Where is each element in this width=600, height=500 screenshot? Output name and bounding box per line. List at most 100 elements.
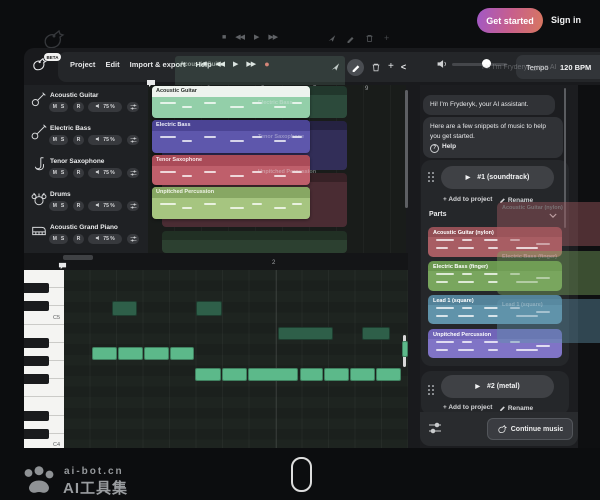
track-row-2[interactable]: Electric Bass MS R 75 % — [24, 122, 148, 154]
mute-solo-buttons[interactable]: MS — [49, 102, 68, 112]
black-key[interactable] — [24, 283, 49, 293]
black-key[interactable] — [24, 301, 49, 311]
snippet-2-add-button[interactable]: + Add to project — [443, 404, 492, 411]
track-name: Electric Bass — [50, 125, 91, 132]
track-volume[interactable]: 75 % — [88, 234, 122, 244]
record-arm-button[interactable]: R — [73, 201, 84, 211]
track-settings-button[interactable] — [127, 201, 139, 211]
midi-note-light[interactable] — [118, 347, 143, 360]
midi-note-light[interactable] — [170, 347, 194, 360]
get-started-button[interactable]: Get started — [477, 8, 543, 33]
horizontal-scroll-handle[interactable] — [63, 255, 93, 260]
mute-solo-buttons[interactable]: MS — [49, 234, 68, 244]
assistant-message-1: Hi! I'm Fryderyk, your AI assistant. — [423, 95, 555, 115]
midi-note-dark[interactable] — [112, 301, 137, 316]
solo-button[interactable]: S — [61, 203, 64, 209]
timeline-measure-9: 9 — [365, 86, 368, 92]
midi-note-dark[interactable] — [278, 327, 333, 340]
note-dash — [458, 281, 474, 283]
midi-note-light[interactable] — [92, 347, 117, 360]
record-arm-button[interactable]: R — [73, 135, 84, 145]
mute-button[interactable]: M — [53, 137, 57, 143]
solo-button[interactable]: S — [61, 236, 64, 242]
midi-note-dark[interactable] — [196, 301, 222, 316]
mute-button[interactable]: M — [53, 236, 57, 242]
track-settings-button[interactable] — [127, 102, 139, 112]
midi-note-dark[interactable] — [362, 327, 390, 340]
mute-solo-buttons[interactable]: MS — [49, 168, 68, 178]
midi-note-light[interactable] — [402, 341, 408, 357]
drag-overlay-clip-4[interactable]: Unpitched Percussion — [152, 187, 310, 219]
track-volume[interactable]: 75 % — [88, 201, 122, 211]
midi-note-light[interactable] — [222, 368, 247, 381]
pencil-icon — [499, 404, 506, 411]
timeline-scrollbar[interactable] — [405, 90, 408, 208]
drag-handle-icon[interactable] — [428, 172, 435, 183]
background-clip-4[interactable] — [162, 231, 347, 253]
midi-note-light[interactable] — [144, 347, 169, 360]
record-arm-button[interactable]: R — [73, 168, 84, 178]
snippet-1-add-button[interactable]: + Add to project — [443, 196, 492, 203]
note-dash — [436, 341, 454, 343]
piano-roll-grid[interactable] — [64, 270, 408, 448]
track-name: Drums — [50, 191, 71, 198]
solo-button[interactable]: S — [61, 104, 64, 110]
black-key[interactable] — [24, 356, 49, 366]
drag-handle-icon[interactable] — [428, 385, 435, 396]
track-row-4[interactable]: Drums MS R 75 % — [24, 188, 148, 220]
watermark-paw-icon — [20, 464, 58, 494]
volume-icon[interactable] — [436, 59, 447, 69]
black-key[interactable] — [24, 411, 49, 421]
midi-note-light[interactable] — [300, 368, 323, 381]
mute-button[interactable]: M — [53, 104, 57, 110]
timeline-arrangement[interactable]: 3579Acoustic GuitarElectric BassElectric… — [148, 85, 406, 253]
sign-in-link[interactable]: Sign in — [551, 15, 581, 25]
note-dash — [484, 307, 498, 309]
ghost-drag-label: Unpitched Percussion — [258, 169, 316, 175]
note-dash — [252, 203, 262, 205]
track-settings-button[interactable] — [127, 234, 139, 244]
snippet-2-play-button[interactable]: ▶ #2 (metal) — [441, 375, 554, 398]
black-key[interactable] — [24, 374, 49, 384]
midi-note-light[interactable] — [350, 368, 375, 381]
pencil-tool-button[interactable] — [347, 59, 364, 76]
mute-solo-buttons[interactable]: MS — [49, 201, 68, 211]
track-row-5[interactable]: Acoustic Grand PianoMSR75 % — [24, 221, 148, 253]
black-key[interactable] — [24, 338, 49, 348]
marker-balloon-icon[interactable] — [146, 79, 156, 88]
midi-note-light[interactable] — [376, 368, 401, 381]
note-dash — [230, 106, 244, 108]
snippet-1-title: #1 (soundtrack) — [477, 174, 529, 181]
add-tool-button[interactable]: + — [388, 62, 394, 72]
black-key[interactable] — [24, 429, 49, 439]
midi-note-light[interactable] — [195, 368, 221, 381]
track-settings-button[interactable] — [127, 168, 139, 178]
mute-button[interactable]: M — [53, 203, 57, 209]
record-arm-button[interactable]: R — [73, 234, 84, 244]
continue-music-button[interactable]: Continue music — [487, 418, 573, 440]
track-volume[interactable]: 75 % — [88, 168, 122, 178]
piano-marker-balloon-icon[interactable] — [58, 262, 67, 270]
track-row-1[interactable]: Acoustic GuitarMSR75 % — [24, 89, 148, 121]
mute-button[interactable]: M — [53, 170, 57, 176]
track-volume[interactable]: 75 % — [88, 135, 122, 145]
sliders-icon[interactable] — [428, 422, 442, 434]
solo-button[interactable]: S — [61, 170, 64, 176]
mute-solo-buttons[interactable]: MS — [49, 135, 68, 145]
snippet-2-rename-button[interactable]: Rename — [499, 404, 533, 412]
note-dash — [436, 281, 448, 283]
menu-project[interactable]: Project — [70, 60, 95, 69]
snippet-1-play-button[interactable]: ▶ #1 (soundtrack) — [441, 166, 554, 189]
track-settings-button[interactable] — [127, 135, 139, 145]
record-arm-button[interactable]: R — [73, 102, 84, 112]
split-tool-button[interactable]: < — [401, 63, 406, 72]
midi-note-light[interactable] — [248, 368, 298, 381]
help-link[interactable]: ?Help — [430, 143, 456, 150]
menu-edit[interactable]: Edit — [105, 60, 119, 69]
delete-tool-button[interactable] — [371, 62, 381, 73]
track-row-3[interactable]: Tenor SaxophoneMSR75 % — [24, 155, 148, 187]
snippet-card-2: ▶ #2 (metal) + Add to project Rename — [421, 371, 569, 415]
midi-note-light[interactable] — [324, 368, 349, 381]
solo-button[interactable]: S — [61, 137, 64, 143]
track-volume[interactable]: 75 % — [88, 102, 122, 112]
